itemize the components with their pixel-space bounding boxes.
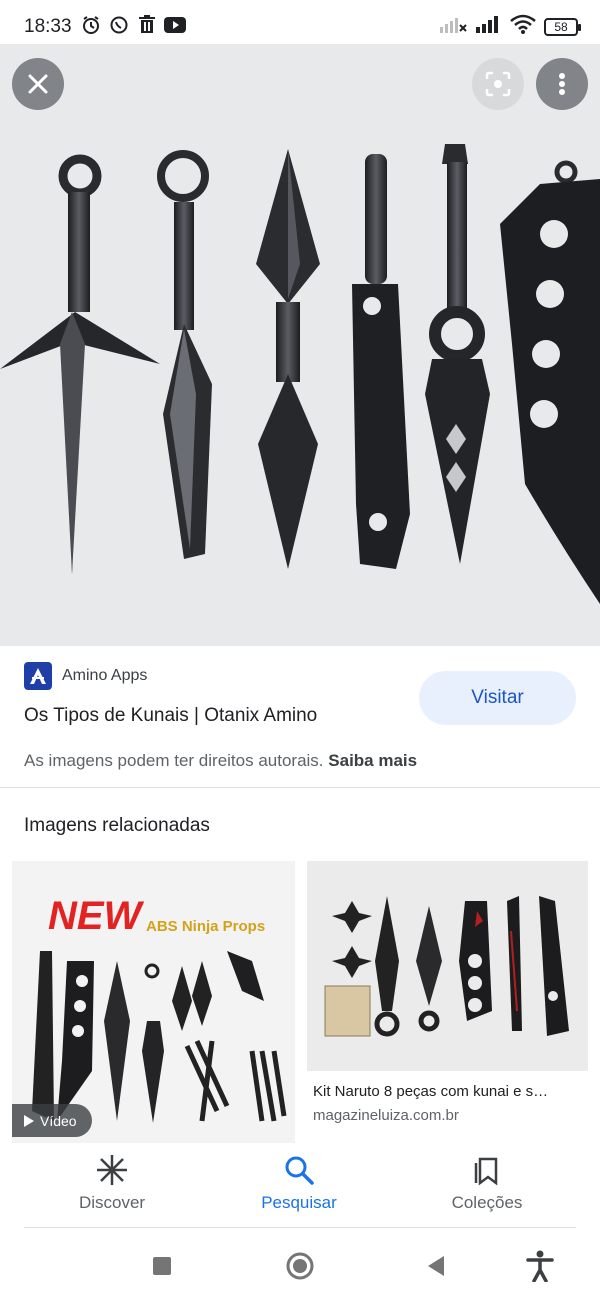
divider	[0, 787, 600, 788]
triangle-back-icon	[428, 1256, 444, 1276]
related-image-1[interactable]: NEW ABS Ninja Props	[12, 861, 295, 1143]
copyright-notice: As imagens podem ter direitos autorais. …	[24, 751, 417, 771]
bottom-navigation: Discover Pesquisar Coleções	[0, 1143, 600, 1227]
accessibility-button[interactable]	[522, 1248, 558, 1284]
video-label: Vídeo	[40, 1112, 77, 1129]
related-image-2[interactable]	[307, 861, 588, 1071]
alarm-icon	[80, 14, 102, 36]
signal-x-icon	[440, 15, 468, 38]
square-icon	[153, 1257, 171, 1275]
lens-icon	[485, 71, 511, 97]
nav-discover-label: Discover	[78, 1193, 146, 1212]
recents-button[interactable]	[144, 1248, 180, 1284]
trash-icon	[136, 14, 158, 36]
related-images-heading: Imagens relacionadas	[24, 815, 210, 836]
status-time: 18:33	[24, 16, 72, 37]
home-button[interactable]	[282, 1248, 318, 1284]
ninja-props-image: NEW ABS Ninja Props	[12, 861, 295, 1143]
nav-discover[interactable]: Discover	[37, 1153, 187, 1213]
close-icon	[28, 74, 48, 94]
nav-collections[interactable]: Coleções	[412, 1153, 562, 1213]
image-text-new: NEW	[48, 894, 145, 938]
nav-collections-label: Coleções	[451, 1193, 523, 1212]
more-vert-icon	[559, 73, 565, 95]
asterisk-icon	[97, 1155, 127, 1185]
battery-indicator: 58	[544, 17, 581, 36]
learn-more-link[interactable]: Saiba mais	[328, 751, 417, 770]
copyright-text: As imagens podem ter direitos autorais.	[24, 751, 324, 770]
nav-search[interactable]: Pesquisar	[224, 1153, 374, 1213]
close-button[interactable]	[12, 58, 64, 110]
notification-icons	[80, 14, 186, 36]
back-button[interactable]	[418, 1248, 454, 1284]
accessibility-icon	[526, 1250, 554, 1282]
play-icon	[24, 1114, 34, 1127]
system-status-icons: 58	[440, 14, 581, 39]
signal-icon	[476, 15, 502, 38]
search-icon	[285, 1156, 314, 1185]
source-info[interactable]: Amino Apps	[24, 662, 147, 690]
video-badge: Vídeo	[12, 1104, 92, 1137]
more-options-button[interactable]	[536, 58, 588, 110]
collections-icon	[474, 1157, 498, 1186]
kunai-illustration	[0, 144, 600, 604]
related-item-domain: magazineluiza.com.br	[313, 1107, 459, 1124]
youtube-icon	[164, 14, 186, 36]
image-text-props: ABS Ninja Props	[146, 918, 265, 935]
page-title[interactable]: Os Tipos de Kunais | Otanix Amino	[24, 705, 317, 727]
naruto-kit-image	[307, 861, 588, 1071]
amino-logo-icon	[24, 662, 52, 690]
wifi-icon	[510, 14, 536, 39]
lens-search-button[interactable]	[472, 58, 524, 110]
whatsapp-icon	[108, 14, 130, 36]
nav-search-label: Pesquisar	[261, 1193, 337, 1212]
circle-icon	[286, 1252, 314, 1280]
related-item-title[interactable]: Kit Naruto 8 peças com kunai e s…	[313, 1083, 585, 1100]
system-navigation-bar	[0, 1228, 600, 1300]
source-name: Amino Apps	[62, 667, 148, 684]
status-bar: 18:33 58	[0, 0, 600, 48]
main-image-kunais[interactable]	[0, 44, 600, 646]
visit-button[interactable]: Visitar	[419, 671, 576, 725]
